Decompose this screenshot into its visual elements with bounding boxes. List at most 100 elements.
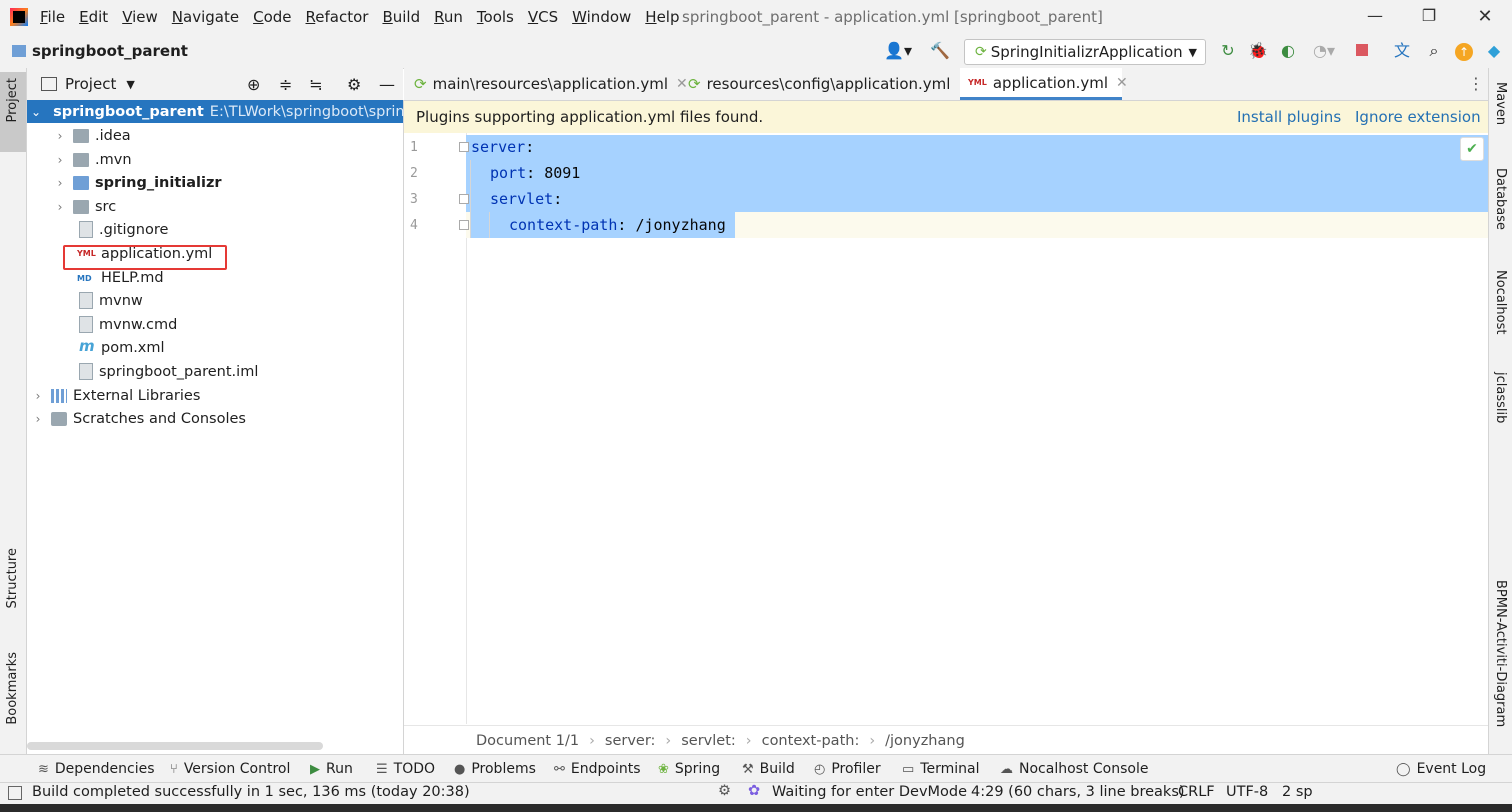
tree-row-iml[interactable]: springboot_parent.iml xyxy=(79,360,258,383)
menu-file[interactable]: File xyxy=(40,8,65,26)
locate-icon[interactable]: ⊕ xyxy=(247,75,260,94)
translate-icon[interactable]: 文 xyxy=(1392,41,1412,61)
indent-setting[interactable]: 2 sp xyxy=(1282,784,1313,800)
fold-marker-icon[interactable] xyxy=(459,142,469,152)
menu-edit[interactable]: Edit xyxy=(79,8,108,26)
menu-vcs[interactable]: VCS xyxy=(528,8,558,26)
menu-help[interactable]: Help xyxy=(645,8,679,26)
profile-icon[interactable]: ◔▾ xyxy=(1306,41,1342,61)
dependencies-tool[interactable]: ≋ Dependencies xyxy=(38,761,155,777)
code-line-4[interactable]: context-path: /jonyzhang xyxy=(509,212,726,238)
event-log-tool[interactable]: ◯ Event Log xyxy=(1396,761,1486,777)
chevron-right-icon[interactable]: › xyxy=(53,153,67,167)
breadcrumb-value[interactable]: /jonyzhang xyxy=(885,733,965,749)
line-separator[interactable]: CRLF xyxy=(1178,784,1215,800)
chevron-right-icon[interactable]: › xyxy=(53,176,67,190)
fold-marker-icon[interactable] xyxy=(459,194,469,204)
project-panel-title[interactable]: Project xyxy=(65,75,116,93)
tree-row-scratches[interactable]: › Scratches and Consoles xyxy=(31,407,246,430)
terminal-tool[interactable]: ▭ Terminal xyxy=(902,761,979,777)
build-tool[interactable]: ⚒ Build xyxy=(742,761,795,777)
close-tab-icon[interactable]: ✕ xyxy=(1116,75,1128,91)
collapse-all-icon[interactable]: ≒ xyxy=(309,75,322,94)
menu-view[interactable]: View xyxy=(122,8,158,26)
tree-row-mvnw[interactable]: mvnw xyxy=(79,289,143,312)
build-hammer-icon[interactable]: 🔨 xyxy=(930,41,950,61)
breadcrumb-document[interactable]: Document 1/1 xyxy=(476,733,579,749)
search-icon[interactable]: ⌕ xyxy=(1424,41,1444,61)
menu-navigate[interactable]: Navigate xyxy=(172,8,239,26)
fold-end-marker-icon[interactable] xyxy=(459,220,469,230)
version-control-tool[interactable]: ⑂ Version Control xyxy=(170,761,290,777)
tab-application-yml-active[interactable]: YML application.yml ✕ xyxy=(960,68,1128,100)
project-view-chevron-icon[interactable]: ▼ xyxy=(126,78,134,91)
expand-all-icon[interactable]: ≑ xyxy=(279,75,292,94)
file-encoding[interactable]: UTF-8 xyxy=(1226,784,1268,800)
tree-row-mvn[interactable]: › .mvn xyxy=(53,148,132,171)
plugin-icon[interactable]: ◆ xyxy=(1484,41,1504,61)
chevron-right-icon[interactable]: › xyxy=(53,200,67,214)
database-tool-label[interactable]: Database xyxy=(1493,168,1508,230)
install-plugins-link[interactable]: Install plugins xyxy=(1237,108,1341,126)
stop-icon[interactable] xyxy=(1352,41,1372,61)
code-line-2[interactable]: port: 8091 xyxy=(490,160,580,186)
nocalhost-console-tool[interactable]: ☁ Nocalhost Console xyxy=(1000,761,1148,777)
menu-window[interactable]: Window xyxy=(572,8,631,26)
menu-build[interactable]: Build xyxy=(382,8,420,26)
ignore-extension-link[interactable]: Ignore extension xyxy=(1355,108,1481,126)
breadcrumb-servlet[interactable]: servlet: xyxy=(681,733,736,749)
chevron-right-icon[interactable]: › xyxy=(53,129,67,143)
tree-row-help-md[interactable]: MD HELP.md xyxy=(77,266,164,289)
minimize-icon[interactable]: — xyxy=(1364,6,1386,28)
close-window-icon[interactable]: ✕ xyxy=(1474,6,1496,28)
settings-gear-icon[interactable]: ⚙ xyxy=(347,75,361,94)
todo-tool[interactable]: ☰ TODO xyxy=(376,761,435,777)
jclasslib-tool-label[interactable]: jclasslib xyxy=(1493,372,1508,423)
tree-row-root[interactable]: ⌄ springboot_parent E:\TLWork\springboot… xyxy=(27,100,405,123)
run-tool[interactable]: ▶ Run xyxy=(310,761,353,777)
chevron-right-icon[interactable]: › xyxy=(31,412,45,426)
tab-main-resources-application-yml[interactable]: ⟳ main\resources\application.yml ✕ xyxy=(414,68,688,100)
tree-row-spring-initializr[interactable]: › spring_initializr xyxy=(53,171,222,194)
caret-position[interactable]: 4:29 (60 chars, 3 line breaks) xyxy=(971,784,1185,800)
menu-refactor[interactable]: Refactor xyxy=(306,8,369,26)
tree-row-gitignore[interactable]: .gitignore xyxy=(79,218,168,241)
code-line-3[interactable]: servlet: xyxy=(490,186,562,212)
nav-project-name[interactable]: springboot_parent xyxy=(32,42,188,60)
breadcrumb-server[interactable]: server: xyxy=(605,733,656,749)
inspection-ok-icon[interactable]: ✔ xyxy=(1460,137,1484,161)
code-line-1[interactable]: server: xyxy=(471,134,534,160)
tree-row-idea[interactable]: › .idea xyxy=(53,124,131,147)
more-tabs-icon[interactable]: ⋮ xyxy=(1468,74,1484,93)
restore-icon[interactable]: ❐ xyxy=(1418,6,1440,28)
spring-tool[interactable]: ❀ Spring xyxy=(658,761,720,777)
hide-panel-icon[interactable]: — xyxy=(379,75,395,94)
project-tool-button[interactable]: Project xyxy=(0,72,26,152)
endpoints-tool[interactable]: ⚯ Endpoints xyxy=(554,761,641,777)
menu-run[interactable]: Run xyxy=(434,8,463,26)
close-tab-icon[interactable]: ✕ xyxy=(676,76,688,92)
update-icon[interactable]: ↑ xyxy=(1454,41,1474,61)
menu-tools[interactable]: Tools xyxy=(477,8,514,26)
tree-row-src[interactable]: › src xyxy=(53,195,117,218)
coverage-icon[interactable]: ◐ xyxy=(1278,41,1298,61)
devmode-status[interactable]: Waiting for enter DevMode xyxy=(772,784,967,800)
rerun-icon[interactable]: ↻ xyxy=(1218,41,1238,61)
run-configuration-select[interactable]: ⟳ SpringInitializrApplication ▼ xyxy=(964,39,1206,65)
problems-tool[interactable]: ● Problems xyxy=(454,761,536,777)
bpmn-tool-label[interactable]: BPMN-Activiti-Diagram xyxy=(1493,580,1508,727)
horizontal-scrollbar[interactable] xyxy=(27,742,323,750)
chevron-right-icon[interactable]: › xyxy=(31,389,45,403)
tree-row-mvnw-cmd[interactable]: mvnw.cmd xyxy=(79,313,177,336)
nocalhost-tool-label[interactable]: Nocalhost xyxy=(1493,270,1508,334)
status-message[interactable]: Build completed successfully in 1 sec, 1… xyxy=(32,784,470,800)
structure-tool-label[interactable]: Structure xyxy=(5,548,20,608)
profiler-tool[interactable]: ◴ Profiler xyxy=(814,761,881,777)
account-icon[interactable]: 👤▾ xyxy=(882,41,914,61)
breadcrumb-context-path[interactable]: context-path: xyxy=(762,733,860,749)
tab-resources-config-application-yml[interactable]: ⟳ resources\config\application.yml ✕ xyxy=(688,68,970,100)
menu-code[interactable]: Code xyxy=(253,8,291,26)
maven-tool-label[interactable]: Maven xyxy=(1493,82,1508,125)
chevron-down-icon[interactable]: ⌄ xyxy=(31,105,41,119)
bookmarks-tool-label[interactable]: Bookmarks xyxy=(5,652,20,725)
